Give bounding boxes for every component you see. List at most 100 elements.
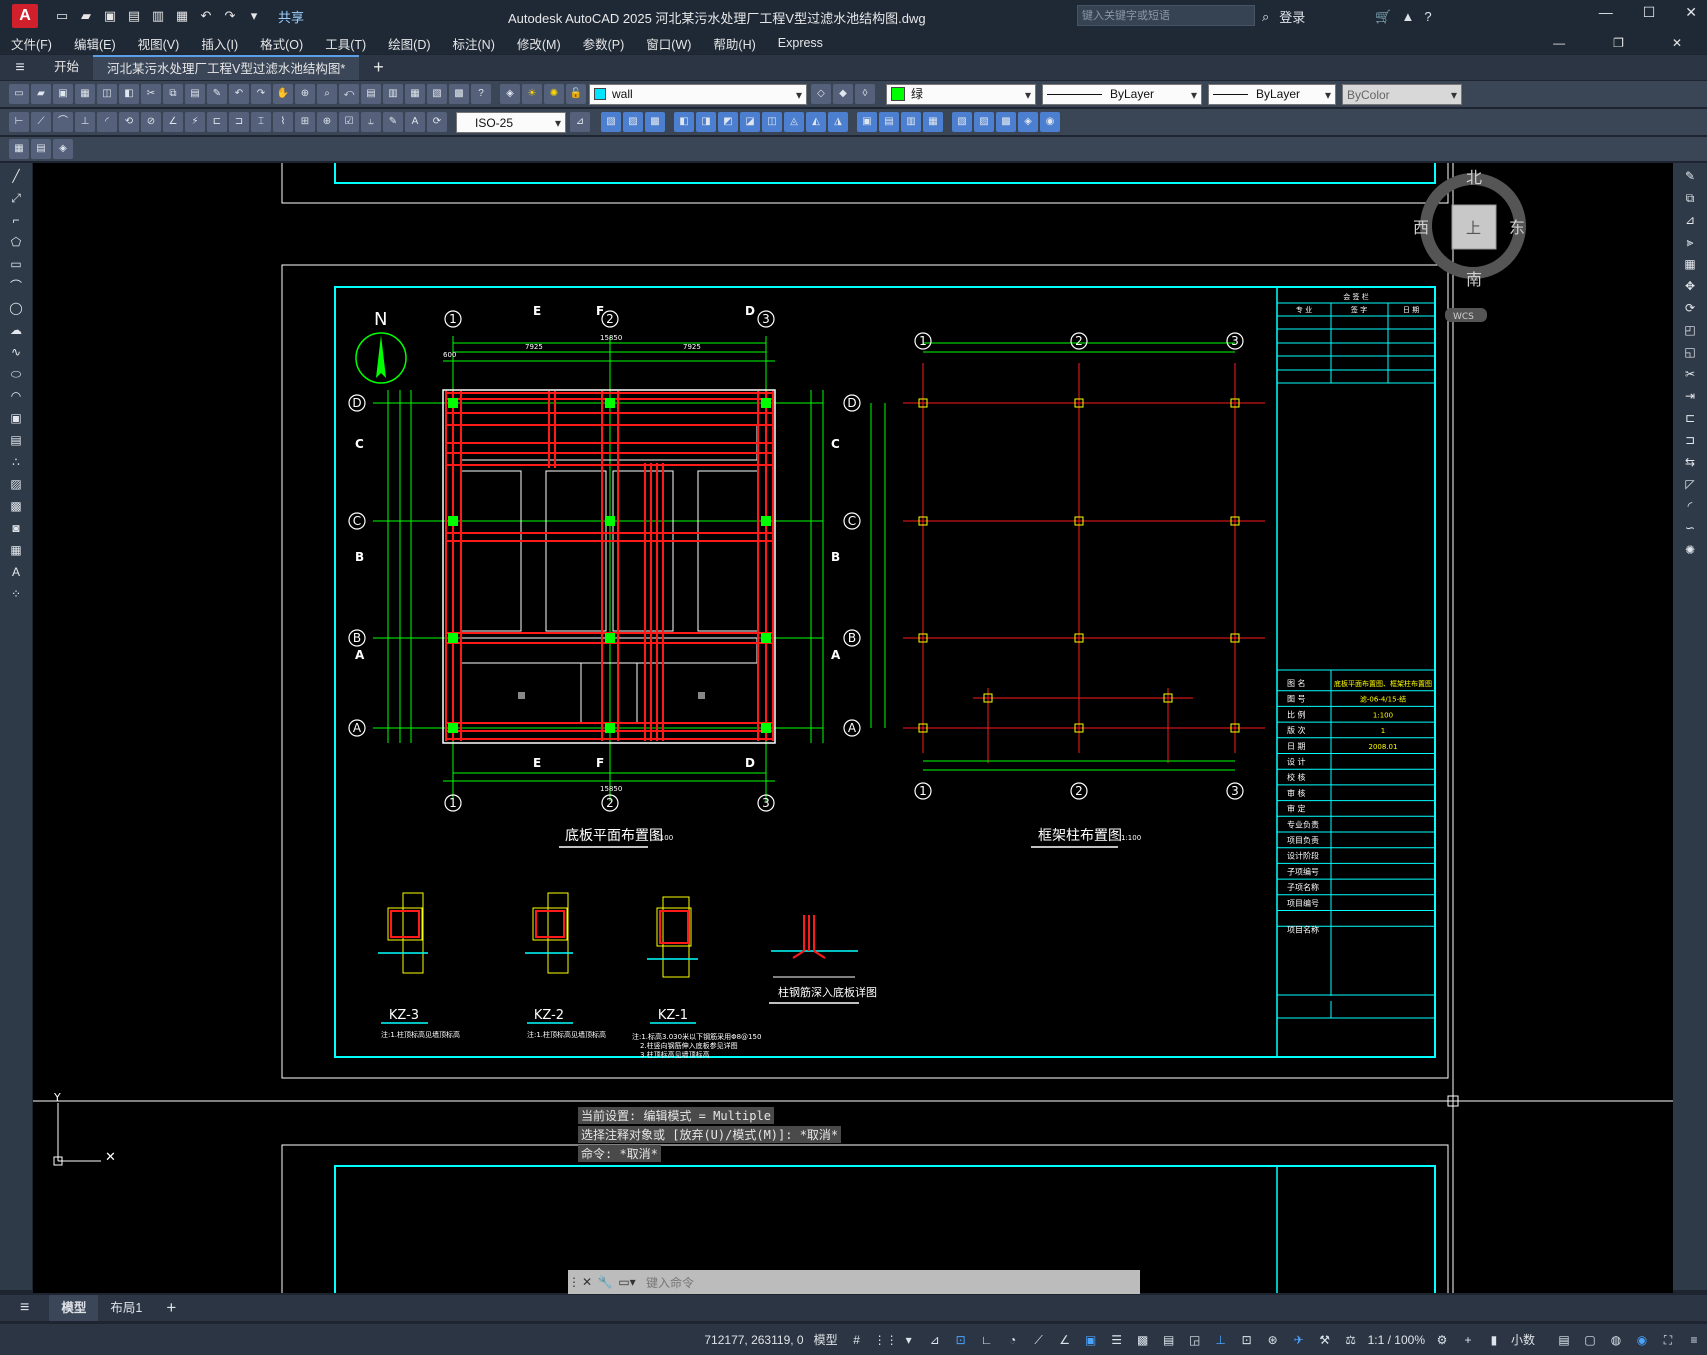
drawing-canvas[interactable]: N 15850 7925 7925 15850 600 1 2 3 1 2 3 … <box>33 163 1673 1293</box>
copy-object-icon[interactable]: ⧉ <box>1680 189 1700 207</box>
dim-ordinate-icon[interactable]: ⊥ <box>75 112 95 132</box>
erase-icon[interactable]: ✎ <box>1680 167 1700 185</box>
join-icon[interactable]: ⇆ <box>1680 453 1700 471</box>
blend-icon[interactable]: ∽ <box>1680 519 1700 537</box>
slice-icon[interactable]: ◪ <box>740 112 760 132</box>
layer-previous-icon[interactable]: ◆ <box>833 84 853 104</box>
doc-close-icon[interactable]: ✕ <box>1661 36 1693 50</box>
line-icon[interactable]: ╱ <box>6 167 26 185</box>
viewcube-west[interactable]: 西 <box>1413 218 1429 237</box>
cut-icon[interactable]: ✂ <box>141 84 161 104</box>
open-icon[interactable]: ▰ <box>76 7 96 25</box>
layer-on-icon[interactable]: ☀ <box>522 84 542 104</box>
snap-icon[interactable]: ⋮⋮ <box>874 1331 898 1349</box>
section-icon[interactable]: ◫ <box>762 112 782 132</box>
cmd-customize-icon[interactable]: 🔧 <box>596 1275 614 1289</box>
open-file-icon[interactable]: ▰ <box>31 84 51 104</box>
layer-lock-icon[interactable]: 🔓 <box>566 84 586 104</box>
solid-box-icon[interactable]: ▧ <box>601 112 621 132</box>
array-icon[interactable]: ▦ <box>1680 255 1700 273</box>
selection-cycling-icon[interactable]: ▤ <box>1160 1331 1178 1349</box>
check-icon[interactable]: ◈ <box>1018 112 1038 132</box>
annotation-monitor-icon[interactable]: + <box>1459 1331 1477 1349</box>
revolve-icon[interactable]: ◩ <box>718 112 738 132</box>
dim-jogged-icon[interactable]: ⟲ <box>119 112 139 132</box>
table-icon[interactable]: ▦ <box>6 541 26 559</box>
doc-minimize-icon[interactable]: — <box>1542 36 1576 50</box>
menu-file[interactable]: 文件(F) <box>0 34 63 53</box>
dim-baseline-icon[interactable]: ⊏ <box>207 112 227 132</box>
thicken-icon[interactable]: ◉ <box>1040 112 1060 132</box>
rectangle-icon[interactable]: ▭ <box>6 255 26 273</box>
add-tab-button[interactable]: + <box>359 55 398 80</box>
dim-aligned-icon[interactable]: ⟋ <box>31 112 51 132</box>
clean-screen-icon[interactable]: ⛶ <box>1659 1331 1677 1349</box>
lock-ui-icon[interactable]: ▢ <box>1581 1331 1599 1349</box>
menu-format[interactable]: 格式(O) <box>249 34 314 53</box>
extrude-icon[interactable]: ◨ <box>696 112 716 132</box>
file-tabs-menu-icon[interactable]: ≡ <box>0 59 40 77</box>
tab-start[interactable]: 开始 <box>40 55 93 80</box>
break-point-icon[interactable]: ⊏ <box>1680 409 1700 427</box>
units-icon[interactable]: ▮ <box>1485 1331 1503 1349</box>
viewcube-north[interactable]: 北 <box>1466 168 1482 187</box>
menu-help[interactable]: 帮助(H) <box>702 34 766 53</box>
menu-view[interactable]: 视图(V) <box>127 34 191 53</box>
new-icon[interactable]: ▭ <box>52 7 72 25</box>
center-mark-icon[interactable]: ⊕ <box>317 112 337 132</box>
preview-icon[interactable]: ◫ <box>97 84 117 104</box>
rotate-icon[interactable]: ⟳ <box>1680 299 1700 317</box>
solid-subtract-icon[interactable]: ▩ <box>645 112 665 132</box>
color-dropdown[interactable]: 绿 <box>886 83 1036 105</box>
3d-osnap-icon[interactable]: ◲ <box>1186 1331 1204 1349</box>
fillet-icon[interactable]: ◜ <box>1680 497 1700 515</box>
save-as-icon[interactable]: ▤ <box>124 7 144 25</box>
extend-icon[interactable]: ⇥ <box>1680 387 1700 405</box>
dim-continue-icon[interactable]: ⊐ <box>229 112 249 132</box>
dim-arc-icon[interactable]: ⌒ <box>53 112 73 132</box>
polyline-icon[interactable]: ⌐ <box>6 211 26 229</box>
help-tb-icon[interactable]: ? <box>471 84 491 104</box>
make-block-icon[interactable]: ▤ <box>6 431 26 449</box>
dim-diameter-icon[interactable]: ⊘ <box>141 112 161 132</box>
move-icon[interactable]: ✥ <box>1680 277 1700 295</box>
lineweight-dropdown[interactable]: ByLayer <box>1208 83 1336 105</box>
viewcube-wcs[interactable]: WCS <box>1453 312 1474 322</box>
ellipse-arc-icon[interactable]: ◠ <box>6 387 26 405</box>
transparency-icon[interactable]: ▩ <box>1134 1331 1152 1349</box>
mtext-icon[interactable]: A <box>6 563 26 581</box>
auto-scale-icon[interactable]: ⚒ <box>1316 1331 1334 1349</box>
shell-icon[interactable]: ▦ <box>923 112 943 132</box>
pan-icon[interactable]: ✋ <box>273 84 293 104</box>
polar-icon[interactable]: ◔ <box>1004 1331 1022 1349</box>
search-icon[interactable]: ⌕ <box>1262 9 1269 25</box>
jogged-linear-icon[interactable]: ⥿ <box>361 112 381 132</box>
zoom-previous-icon[interactable]: ⤺ <box>339 84 359 104</box>
paste-icon[interactable]: ▤ <box>185 84 205 104</box>
linetype-dropdown[interactable]: ByLayer <box>1042 83 1202 105</box>
osnap-icon[interactable]: ▣ <box>1082 1331 1100 1349</box>
annotation-scale-value[interactable]: 1:1 / 100% <box>1368 1333 1425 1347</box>
undo-icon[interactable]: ↶ <box>196 7 216 25</box>
zoom-realtime-icon[interactable]: ⊕ <box>295 84 315 104</box>
arc-icon[interactable]: ⌒ <box>6 277 26 295</box>
spline-icon[interactable]: ∿ <box>6 343 26 361</box>
dim-linear-icon[interactable]: ⊢ <box>9 112 29 132</box>
copy-icon[interactable]: ⧉ <box>163 84 183 104</box>
layer-properties-icon[interactable]: ◈ <box>500 84 520 104</box>
tool-palette-icon[interactable]: ▦ <box>405 84 425 104</box>
menu-window[interactable]: 窗口(W) <box>635 34 702 53</box>
annotation-scale-icon[interactable]: ⚖ <box>1342 1331 1360 1349</box>
publish-icon[interactable]: ▥ <box>148 7 168 25</box>
gizmo-icon[interactable]: ⊛ <box>1264 1331 1282 1349</box>
plotstyle-dropdown[interactable]: ByColor <box>1342 83 1462 105</box>
menu-draw[interactable]: 绘图(D) <box>377 34 441 53</box>
menu-express[interactable]: Express <box>767 36 834 50</box>
match-prop-icon[interactable]: ✎ <box>207 84 227 104</box>
revcloud-icon[interactable]: ☁ <box>6 321 26 339</box>
explode-icon[interactable]: ✺ <box>1680 541 1700 559</box>
cart-icon[interactable]: 🛒 <box>1375 9 1391 25</box>
menu-parametric[interactable]: 参数(P) <box>572 34 636 53</box>
dim-radius-icon[interactable]: ◜ <box>97 112 117 132</box>
customize-status-icon[interactable]: ≡ <box>1685 1331 1703 1349</box>
